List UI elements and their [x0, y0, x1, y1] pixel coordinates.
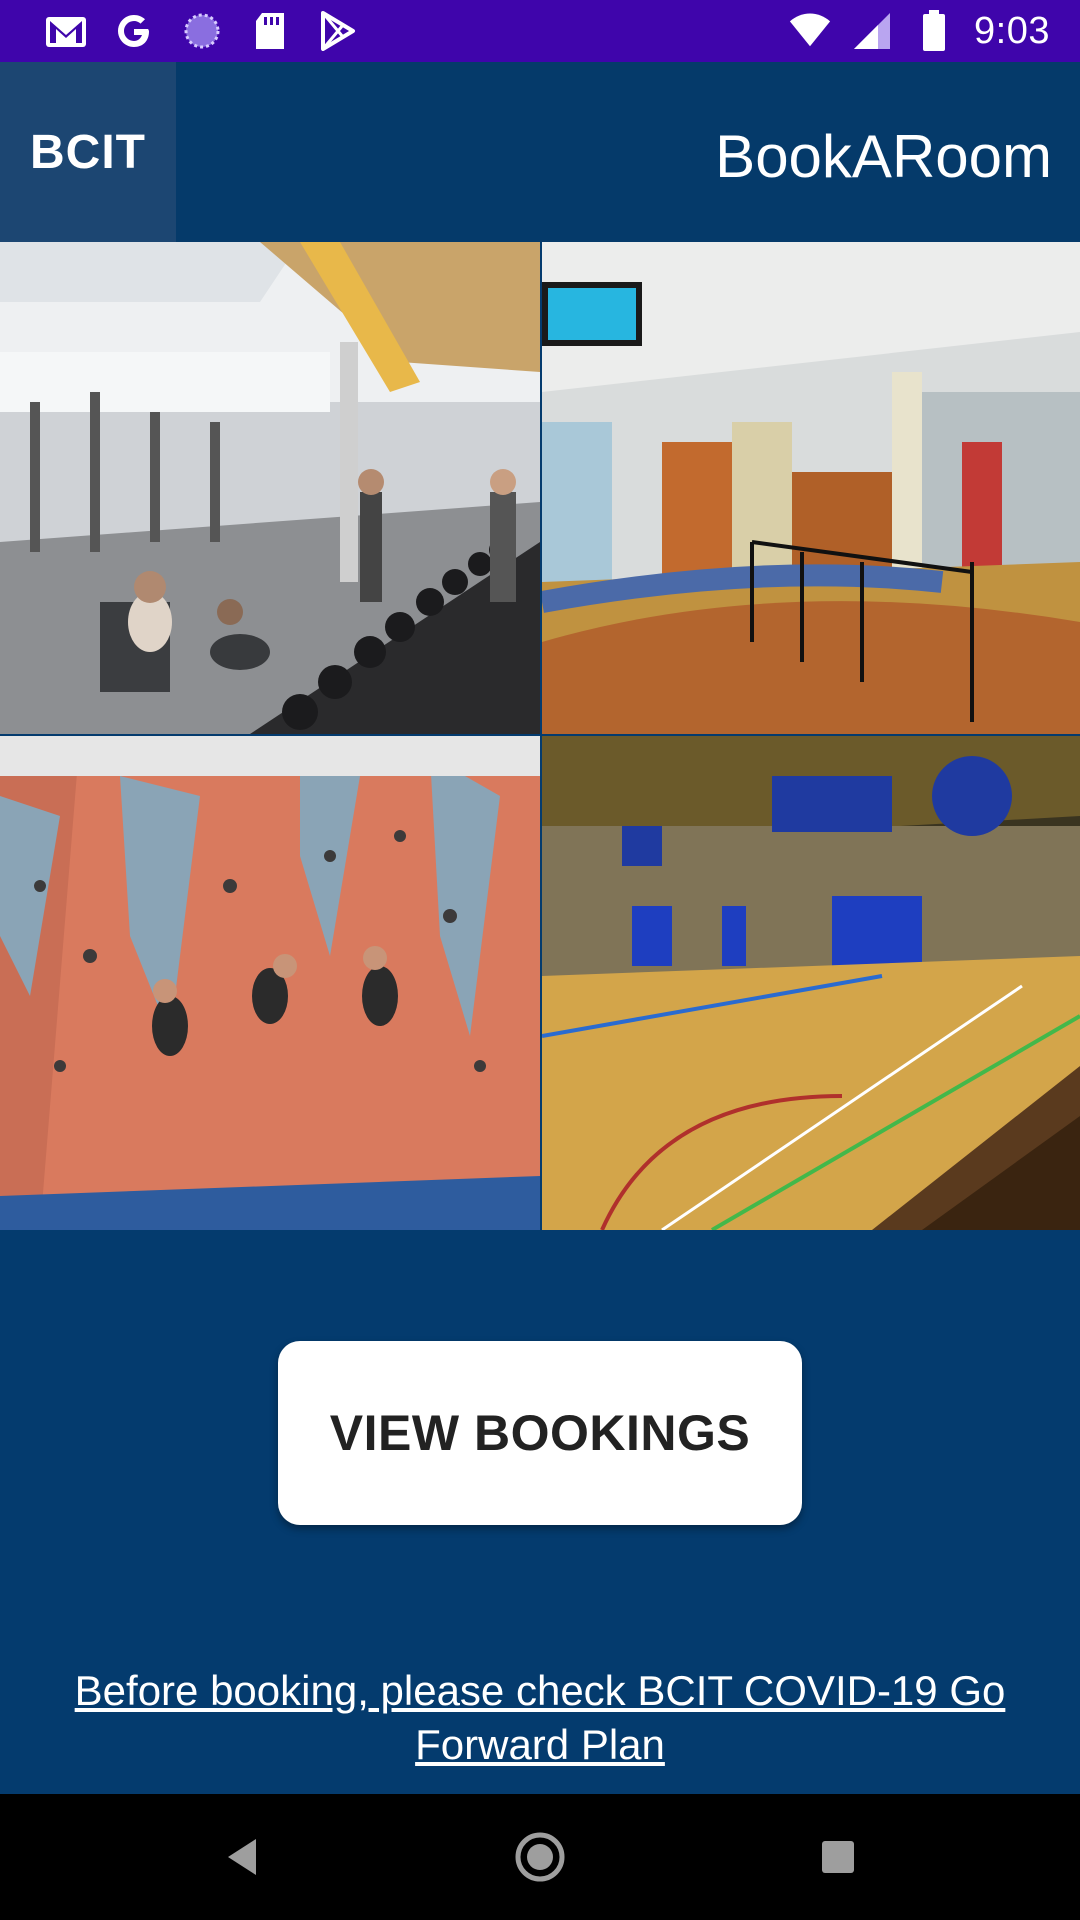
play-store-icon: [316, 9, 360, 53]
bcit-logo: BCIT: [0, 62, 176, 242]
covid-plan-link[interactable]: Before booking, please check BCIT COVID-…: [40, 1664, 1040, 1772]
facility-grid: [0, 242, 1080, 1230]
app-title: BookARoom: [715, 123, 1052, 190]
battery-icon: [912, 9, 956, 53]
sync-icon: [180, 9, 224, 53]
status-bar: 9:03: [0, 0, 1080, 62]
navigation-bar: [0, 1794, 1080, 1920]
home-icon[interactable]: [510, 1827, 570, 1887]
wifi-icon: [788, 9, 832, 53]
back-icon[interactable]: [212, 1827, 272, 1887]
gymnasium-court-photo: [542, 736, 1080, 1230]
cellular-signal-icon: [850, 9, 894, 53]
google-icon: [112, 9, 156, 53]
view-bookings-button[interactable]: VIEW BOOKINGS: [278, 1341, 802, 1525]
sd-card-icon: [248, 9, 292, 53]
recents-icon[interactable]: [808, 1827, 868, 1887]
office-photo: [542, 242, 1080, 734]
app-bar: BCIT BookARoom: [0, 62, 1080, 242]
status-time: 9:03: [974, 9, 1050, 52]
logo-text: BCIT: [30, 125, 146, 179]
gmail-icon: [44, 9, 88, 53]
climbing-wall-photo: [0, 736, 540, 1230]
gym-photo: [0, 242, 540, 734]
